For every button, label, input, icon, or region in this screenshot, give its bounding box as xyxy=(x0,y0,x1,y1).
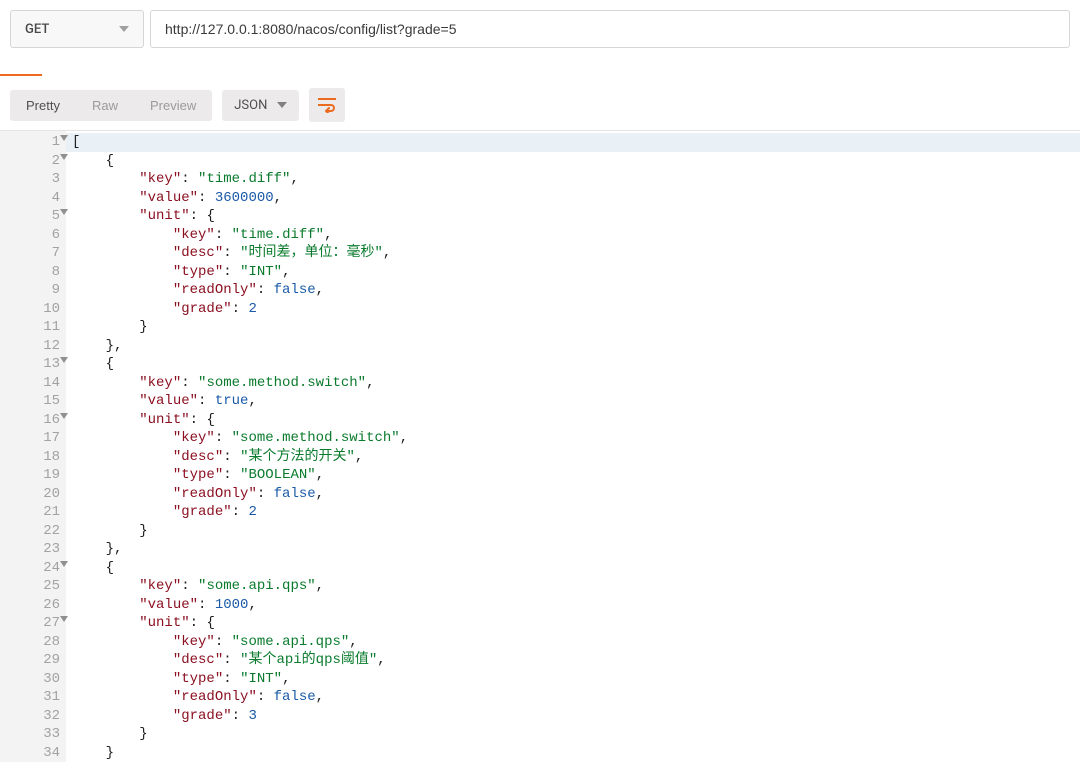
fold-toggle-icon[interactable] xyxy=(60,135,68,141)
line-number: 10 xyxy=(0,300,66,319)
code-line: "type": "INT", xyxy=(66,670,1080,689)
code-line: "grade": 3 xyxy=(66,707,1080,726)
tab-pretty[interactable]: Pretty xyxy=(10,90,76,121)
fold-toggle-icon[interactable] xyxy=(60,209,68,215)
line-number: 28 xyxy=(0,633,66,652)
line-number: 23 xyxy=(0,540,66,559)
active-tab-underline xyxy=(0,74,42,76)
line-number: 21 xyxy=(0,503,66,522)
code-line: "desc": "时间差，单位：毫秒", xyxy=(66,244,1080,263)
response-body: 1234567891011121314151617181920212223242… xyxy=(0,130,1080,762)
code-line: [ xyxy=(66,133,1080,152)
line-number: 34 xyxy=(0,744,66,763)
code-area[interactable]: [ { "key": "time.diff", "value": 3600000… xyxy=(66,131,1080,762)
code-line: "key": "some.api.qps", xyxy=(66,633,1080,652)
fold-toggle-icon[interactable] xyxy=(60,616,68,622)
code-line: } xyxy=(66,744,1080,763)
request-bar: GET xyxy=(0,0,1080,58)
chevron-down-icon xyxy=(277,102,287,108)
line-number: 16 xyxy=(0,411,66,430)
code-line: { xyxy=(66,559,1080,578)
code-line: "desc": "某个api的qps阈值", xyxy=(66,651,1080,670)
fold-toggle-icon[interactable] xyxy=(60,413,68,419)
fold-toggle-icon[interactable] xyxy=(60,561,68,567)
body-view-tabs: Pretty Raw Preview xyxy=(10,90,212,121)
wrap-lines-button[interactable] xyxy=(309,88,345,122)
code-line: "desc": "某个方法的开关", xyxy=(66,448,1080,467)
code-line: "unit": { xyxy=(66,614,1080,633)
line-number: 9 xyxy=(0,281,66,300)
line-number: 13 xyxy=(0,355,66,374)
line-number: 8 xyxy=(0,263,66,282)
line-number: 15 xyxy=(0,392,66,411)
code-line: "type": "BOOLEAN", xyxy=(66,466,1080,485)
fold-toggle-icon[interactable] xyxy=(60,154,68,160)
code-line: "key": "some.method.switch", xyxy=(66,429,1080,448)
line-number: 17 xyxy=(0,429,66,448)
code-line: "unit": { xyxy=(66,411,1080,430)
response-view-toolbar: Pretty Raw Preview JSON xyxy=(0,82,1080,130)
code-line: "grade": 2 xyxy=(66,300,1080,319)
code-line: "readOnly": false, xyxy=(66,485,1080,504)
line-number: 1 xyxy=(0,133,66,152)
code-line: "readOnly": false, xyxy=(66,688,1080,707)
code-line: "value": 3600000, xyxy=(66,189,1080,208)
code-line: } xyxy=(66,318,1080,337)
line-number: 27 xyxy=(0,614,66,633)
code-line: "key": "some.method.switch", xyxy=(66,374,1080,393)
code-line: "unit": { xyxy=(66,207,1080,226)
code-line: "value": true, xyxy=(66,392,1080,411)
tab-raw[interactable]: Raw xyxy=(76,90,134,121)
line-number: 33 xyxy=(0,725,66,744)
line-number: 29 xyxy=(0,651,66,670)
code-line: "value": 1000, xyxy=(66,596,1080,615)
line-number: 18 xyxy=(0,448,66,467)
line-number: 14 xyxy=(0,374,66,393)
line-number: 24 xyxy=(0,559,66,578)
line-number: 12 xyxy=(0,337,66,356)
code-line: "key": "some.api.qps", xyxy=(66,577,1080,596)
code-line: "key": "time.diff", xyxy=(66,170,1080,189)
line-number: 20 xyxy=(0,485,66,504)
line-number: 19 xyxy=(0,466,66,485)
line-gutter: 1234567891011121314151617181920212223242… xyxy=(0,131,66,762)
line-number: 5 xyxy=(0,207,66,226)
code-line: }, xyxy=(66,337,1080,356)
code-line: } xyxy=(66,522,1080,541)
tab-preview[interactable]: Preview xyxy=(134,90,212,121)
line-number: 31 xyxy=(0,688,66,707)
line-number: 6 xyxy=(0,226,66,245)
line-number: 30 xyxy=(0,670,66,689)
line-number: 4 xyxy=(0,189,66,208)
code-line: { xyxy=(66,355,1080,374)
chevron-down-icon xyxy=(119,26,129,32)
line-number: 2 xyxy=(0,152,66,171)
code-line: }, xyxy=(66,540,1080,559)
http-method-label: GET xyxy=(25,22,119,37)
line-number: 26 xyxy=(0,596,66,615)
url-input[interactable] xyxy=(150,10,1070,48)
line-number: 11 xyxy=(0,318,66,337)
line-number: 22 xyxy=(0,522,66,541)
wrap-icon xyxy=(317,97,337,113)
format-select[interactable]: JSON xyxy=(222,90,299,121)
format-label: JSON xyxy=(234,98,267,113)
code-line: "key": "time.diff", xyxy=(66,226,1080,245)
code-line: "readOnly": false, xyxy=(66,281,1080,300)
line-number: 3 xyxy=(0,170,66,189)
fold-toggle-icon[interactable] xyxy=(60,357,68,363)
code-line: "type": "INT", xyxy=(66,263,1080,282)
code-line: } xyxy=(66,725,1080,744)
code-line: "grade": 2 xyxy=(66,503,1080,522)
line-number: 7 xyxy=(0,244,66,263)
line-number: 25 xyxy=(0,577,66,596)
http-method-select[interactable]: GET xyxy=(10,10,144,48)
line-number: 32 xyxy=(0,707,66,726)
code-line: { xyxy=(66,152,1080,171)
